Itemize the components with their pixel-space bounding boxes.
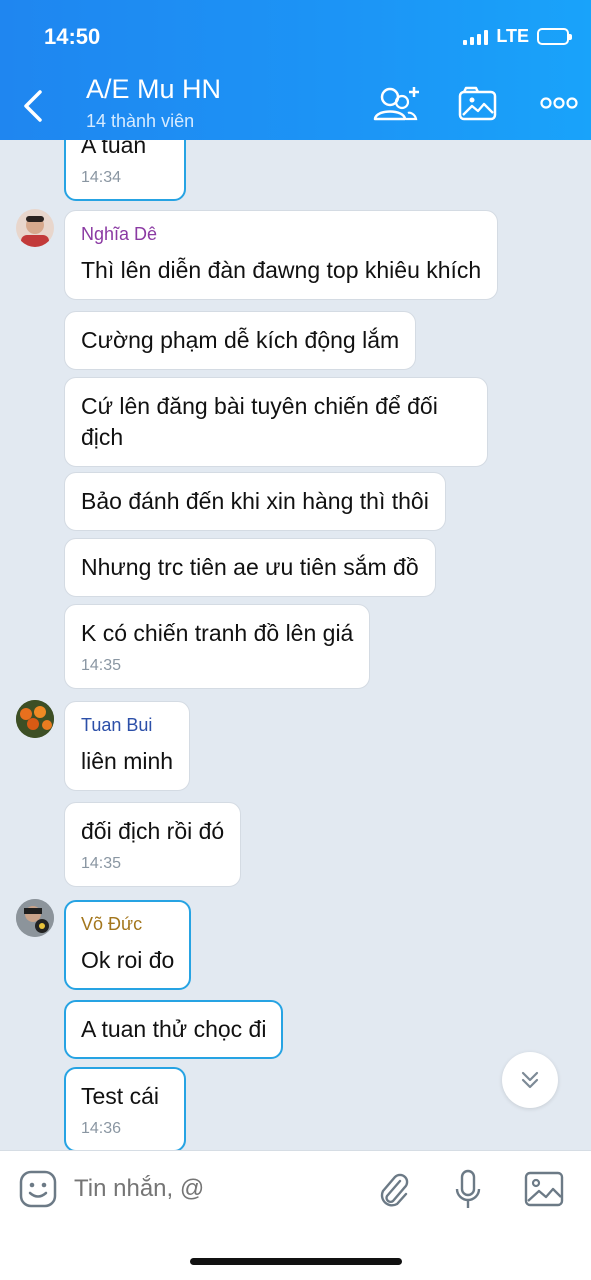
message-bubble[interactable]: Nghĩa Dê Thì lên diễn đàn đawng top khiê… bbox=[64, 210, 499, 300]
sticker-emoji-icon[interactable] bbox=[18, 1169, 58, 1209]
signal-icon bbox=[463, 29, 489, 45]
member-count[interactable]: 14 thành viên bbox=[86, 111, 194, 132]
message-bubble[interactable]: Bảo đánh đến khi xin hàng thì thôi bbox=[64, 472, 446, 531]
image-gallery-icon[interactable] bbox=[524, 1171, 564, 1207]
status-time: 14:50 bbox=[44, 24, 101, 49]
sender-name[interactable]: Tuan Bui bbox=[81, 715, 173, 736]
message-text: Ok roi đo bbox=[81, 947, 175, 973]
avatar-nghia-de[interactable] bbox=[16, 209, 54, 247]
message-text: Test cái bbox=[81, 1083, 159, 1109]
group-title[interactable]: A/E Mu HN bbox=[86, 74, 221, 105]
status-indicators: LTE bbox=[463, 26, 572, 47]
message-text: A tuan bbox=[81, 140, 147, 158]
media-album-icon[interactable] bbox=[458, 86, 498, 122]
message-list[interactable]: A tuan 14:34 Nghĩa Dê Thì lên diễn đàn đ… bbox=[0, 140, 591, 1150]
message-bubble[interactable]: Tuan Bui liên minh bbox=[64, 701, 191, 791]
message-time: 14:35 bbox=[81, 657, 122, 674]
double-chevron-down-icon bbox=[521, 1071, 539, 1089]
message-text: K có chiến tranh đồ lên giá bbox=[81, 620, 354, 646]
message-bubble[interactable]: Võ Đức Ok roi đo bbox=[64, 900, 192, 990]
message-bubble[interactable]: Test cái 14:36 bbox=[64, 1067, 186, 1150]
message-text: đối địch rồi đó bbox=[81, 818, 225, 844]
message-text: liên minh bbox=[81, 748, 174, 774]
message-bubble[interactable]: Cứ lên đăng bài tuyên chiến để đối địch bbox=[64, 377, 488, 467]
sender-name[interactable]: Nghĩa Dê bbox=[81, 224, 481, 245]
back-arrow-icon[interactable] bbox=[20, 86, 48, 126]
message-text: A tuan thử chọc đi bbox=[81, 1016, 267, 1042]
message-bubble[interactable]: K có chiến tranh đồ lên giá 14:35 bbox=[64, 604, 371, 689]
more-options-icon[interactable] bbox=[540, 96, 578, 110]
battery-icon bbox=[537, 28, 572, 45]
message-text: Thì lên diễn đàn đawng top khiêu khích bbox=[81, 257, 482, 283]
add-member-icon[interactable] bbox=[372, 84, 422, 124]
message-text: Bảo đánh đến khi xin hàng thì thôi bbox=[81, 488, 429, 514]
message-text: Nhưng trc tiên ae ưu tiên sắm đồ bbox=[81, 554, 419, 580]
paperclip-icon[interactable] bbox=[376, 1171, 410, 1209]
chat-header: 14:50 LTE A/E Mu HN 14 thành viên bbox=[0, 0, 591, 140]
message-bubble[interactable]: A tuan 14:34 bbox=[64, 140, 186, 201]
avatar-vo-duc[interactable] bbox=[16, 899, 54, 937]
network-label: LTE bbox=[496, 26, 529, 46]
message-time: 14:34 bbox=[81, 169, 122, 186]
scroll-to-bottom-button[interactable] bbox=[502, 1052, 558, 1108]
message-bubble[interactable]: đối địch rồi đó 14:35 bbox=[64, 802, 242, 887]
sender-name[interactable]: Võ Đức bbox=[81, 914, 174, 935]
avatar-tuan-bui[interactable] bbox=[16, 700, 54, 738]
message-bubble[interactable]: A tuan thử chọc đi bbox=[64, 1000, 284, 1059]
microphone-icon[interactable] bbox=[454, 1169, 482, 1211]
message-time: 14:35 bbox=[81, 855, 122, 872]
home-indicator[interactable] bbox=[190, 1258, 402, 1265]
message-text: Cường phạm dễ kích động lắm bbox=[81, 327, 400, 353]
message-input[interactable] bbox=[74, 1175, 334, 1203]
message-text: Cứ lên đăng bài tuyên chiến để đối địch bbox=[81, 393, 438, 450]
message-bubble[interactable]: Nhưng trc tiên ae ưu tiên sắm đồ bbox=[64, 538, 436, 597]
message-time: 14:36 bbox=[81, 1120, 122, 1137]
message-bubble[interactable]: Cường phạm dễ kích động lắm bbox=[64, 311, 417, 370]
